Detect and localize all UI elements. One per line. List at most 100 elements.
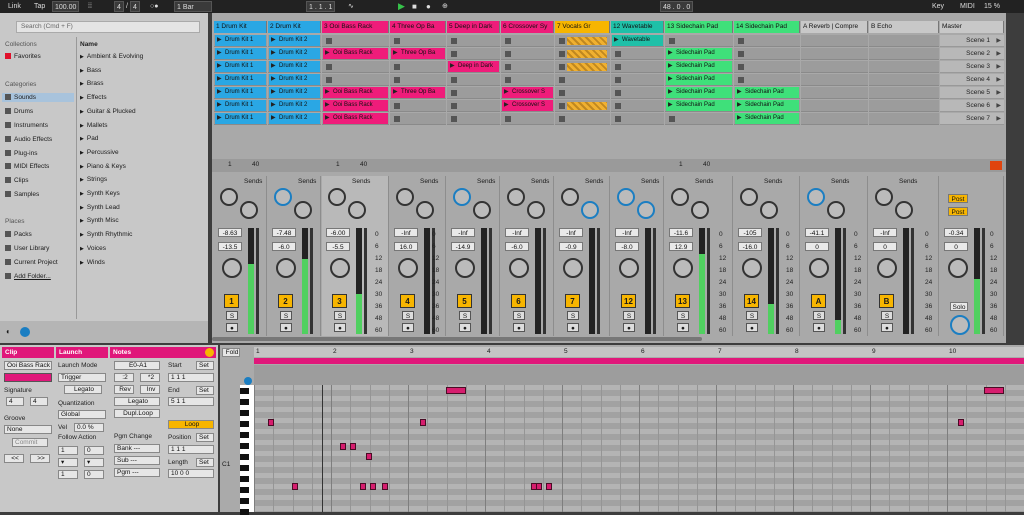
clip-stop-icon[interactable]	[669, 38, 675, 44]
monitor-icon[interactable]: ○●	[148, 1, 160, 12]
volume-field[interactable]: -Inf	[505, 228, 529, 237]
clip[interactable]: Ooi Bass Rack	[323, 113, 388, 124]
black-key[interactable]	[240, 443, 249, 449]
pan-knob[interactable]	[455, 258, 475, 278]
volume-field[interactable]: -105	[738, 228, 762, 237]
volume-fader[interactable]	[653, 228, 656, 334]
black-key[interactable]	[240, 498, 249, 504]
clip-stop-icon[interactable]	[505, 51, 511, 57]
track-activator-button[interactable]: 14	[744, 294, 759, 308]
master-pan-knob[interactable]	[948, 258, 968, 278]
sidebar-item-add-folder[interactable]: Add Folder...	[5, 273, 51, 280]
arm-button[interactable]: ●	[402, 323, 414, 332]
clip[interactable]: Crossover S	[502, 87, 553, 98]
volume-field[interactable]: -41.1	[805, 228, 829, 237]
disclosure-triangle-icon[interactable]: ▶	[80, 191, 84, 197]
clip-stop-icon[interactable]	[738, 77, 744, 83]
clip[interactable]: Wavetable	[612, 35, 663, 46]
invert-button[interactable]: Inv	[140, 385, 160, 394]
stop-icon[interactable]: ■	[410, 1, 419, 12]
clip[interactable]: Drum Kit 2	[269, 100, 320, 111]
send-b-knob[interactable]	[581, 201, 599, 219]
track-activator-button[interactable]: 1	[224, 294, 239, 308]
arm-button[interactable]: ●	[513, 323, 525, 332]
track-header[interactable]: 6 Crossover Sy	[501, 21, 554, 33]
scene-launch[interactable]: Scene 1	[940, 35, 1004, 47]
midi-note[interactable]	[546, 483, 552, 490]
track-header[interactable]: 13 Sidechain Pad	[665, 21, 733, 33]
sig-num-field[interactable]: 4	[114, 1, 124, 12]
send-a-knob[interactable]	[875, 188, 893, 206]
send-a-knob[interactable]	[507, 188, 525, 206]
follow-a-field[interactable]: 1	[58, 446, 78, 455]
group-clip-indicator[interactable]	[567, 50, 607, 58]
sidebar-item-drums[interactable]: Drums	[5, 108, 33, 115]
clip[interactable]: Drum Kit 1	[215, 35, 266, 46]
pan-knob[interactable]	[742, 258, 762, 278]
quantization-select[interactable]: Global	[58, 410, 106, 419]
volume-fader[interactable]	[543, 228, 546, 334]
pgm-field[interactable]: Pgm ---	[114, 468, 160, 477]
launch-mode-select[interactable]: Trigger	[58, 373, 106, 382]
reverse-button[interactable]: Rev	[114, 385, 134, 394]
clip[interactable]: Sidechain Pad	[735, 87, 799, 98]
track-header[interactable]: 5 Deep in Dark	[447, 21, 500, 33]
position-set-button[interactable]: Set	[196, 433, 214, 442]
list-item[interactable]: ▶ Mallets	[80, 122, 107, 129]
clip-stop-icon[interactable]	[451, 77, 457, 83]
end-field[interactable]: 5 1 1	[168, 397, 214, 406]
pan-knob[interactable]	[509, 258, 529, 278]
link-button[interactable]: Link	[6, 1, 23, 12]
clip-stop-icon[interactable]	[559, 38, 565, 44]
list-item[interactable]: ▶ Synth Lead	[80, 204, 120, 211]
arm-button[interactable]: ●	[881, 323, 893, 332]
cue-volume-knob[interactable]	[950, 315, 970, 335]
list-item[interactable]: ▶ Ambient & Evolving	[80, 53, 143, 60]
midi-note[interactable]	[350, 443, 356, 450]
track-activator-button[interactable]: A	[811, 294, 826, 308]
half-tempo-button[interactable]: :2	[114, 373, 134, 382]
follow-action-a-select[interactable]: ▾	[58, 458, 78, 467]
clip-stop-icon[interactable]	[615, 64, 621, 70]
clip-slot[interactable]	[801, 87, 868, 99]
pan-knob[interactable]	[673, 258, 693, 278]
arm-button[interactable]: ●	[623, 323, 635, 332]
solo-button[interactable]: S	[567, 311, 579, 320]
clip-stop-icon[interactable]	[615, 116, 621, 122]
follow-action-b-select[interactable]: ▾	[84, 458, 104, 467]
sidebar-item-clips[interactable]: Clips	[5, 177, 28, 184]
solo-button[interactable]: S	[334, 311, 346, 320]
clip-stop-icon[interactable]	[505, 38, 511, 44]
clip-slot[interactable]	[801, 100, 868, 112]
volume-field[interactable]: -0.34	[944, 228, 968, 237]
clip-stop-icon[interactable]	[394, 103, 400, 109]
clip[interactable]: Sidechain Pad	[735, 100, 799, 111]
clip-stop-icon[interactable]	[326, 64, 332, 70]
clip-slot[interactable]	[322, 74, 389, 86]
arm-button[interactable]: ●	[677, 323, 689, 332]
sidebar-item-current-project[interactable]: Current Project	[5, 259, 58, 266]
arm-button[interactable]: ●	[567, 323, 579, 332]
clip[interactable]: Drum Kit 2	[269, 48, 320, 59]
volume-fader[interactable]	[843, 228, 846, 334]
clip-slot[interactable]	[322, 35, 389, 47]
clip-stop-icon[interactable]	[615, 77, 621, 83]
fold-button[interactable]: Fold	[222, 348, 240, 357]
track-activator-button[interactable]: 6	[511, 294, 526, 308]
solo-button[interactable]: S	[881, 311, 893, 320]
clip-slot[interactable]	[869, 35, 939, 47]
disclosure-triangle-icon[interactable]: ▶	[80, 123, 84, 129]
volume-field[interactable]: -8.63	[218, 228, 242, 237]
volume-fader[interactable]	[597, 228, 600, 334]
clip-stop-icon[interactable]	[559, 64, 565, 70]
midi-map-button[interactable]: MIDI	[958, 1, 977, 12]
clip-stop-icon[interactable]	[505, 77, 511, 83]
midi-note[interactable]	[382, 483, 388, 490]
send-a-knob[interactable]	[220, 188, 238, 206]
scene-launch[interactable]: Scene 5	[940, 87, 1004, 99]
solo-button[interactable]: S	[623, 311, 635, 320]
solo-button[interactable]: S	[746, 311, 758, 320]
list-item[interactable]: ▶ Synth Rhythmic	[80, 231, 132, 238]
solo-button[interactable]: S	[677, 311, 689, 320]
volume-fader[interactable]	[310, 228, 313, 334]
